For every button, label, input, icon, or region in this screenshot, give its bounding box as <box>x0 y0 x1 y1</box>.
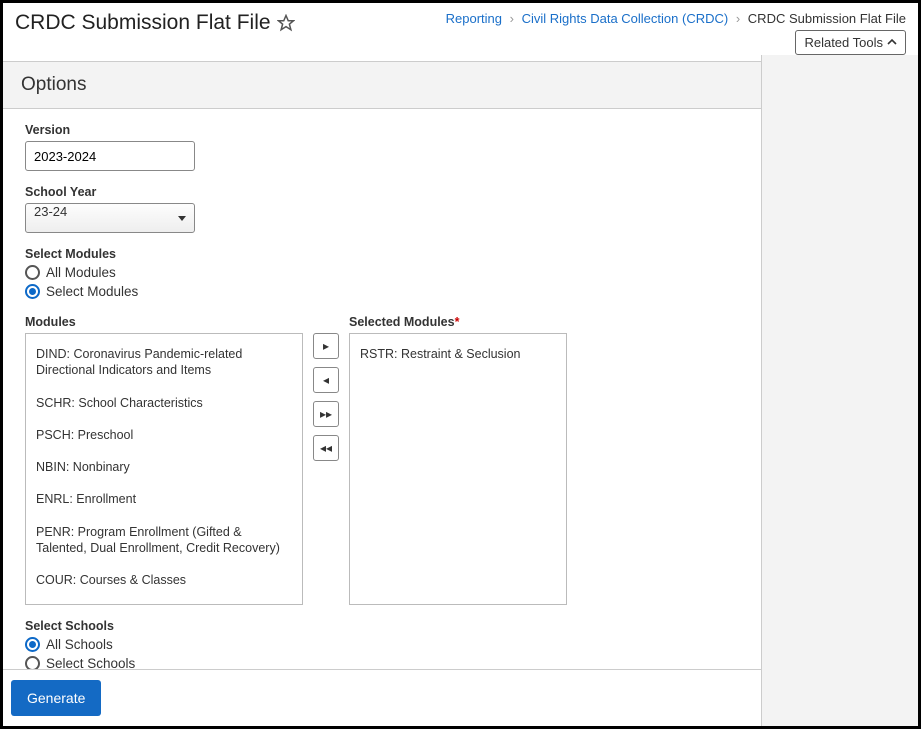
selected-modules-list[interactable]: RSTR: Restraint & Seclusion <box>349 333 567 605</box>
radio-select-modules-label: Select Modules <box>46 284 138 299</box>
chevron-up-icon <box>887 35 897 50</box>
modules-heading: Modules <box>25 315 303 329</box>
chevron-right-icon: › <box>736 11 740 26</box>
breadcrumb: Reporting › Civil Rights Data Collection… <box>446 11 906 26</box>
star-icon[interactable] <box>277 14 295 32</box>
triangle-right-icon: ▸ <box>323 339 329 353</box>
move-all-right-button[interactable]: ▸▸ <box>313 401 339 427</box>
select-schools-label: Select Schools <box>25 619 739 633</box>
radio-all-schools[interactable]: All Schools <box>25 637 739 652</box>
page-title: CRDC Submission Flat File <box>15 11 271 35</box>
school-year-label: School Year <box>25 185 739 199</box>
list-item[interactable]: PSCH: Preschool <box>26 419 302 451</box>
radio-select-schools[interactable]: Select Schools <box>25 656 739 669</box>
version-input[interactable] <box>25 141 195 171</box>
version-label: Version <box>25 123 739 137</box>
available-modules-list[interactable]: DIND: Coronavirus Pandemic-related Direc… <box>25 333 303 605</box>
triangle-left-icon: ◂ <box>323 373 329 387</box>
related-tools-button[interactable]: Related Tools <box>795 30 906 55</box>
double-triangle-right-icon: ▸▸ <box>320 407 332 421</box>
school-year-value: 23-24 <box>34 204 67 219</box>
radio-select-modules[interactable]: Select Modules <box>25 284 739 299</box>
generate-button[interactable]: Generate <box>11 680 101 716</box>
list-item[interactable]: COUR: Courses & Classes <box>26 564 302 596</box>
radio-icon <box>25 265 40 280</box>
move-all-left-button[interactable]: ◂◂ <box>313 435 339 461</box>
radio-icon <box>25 637 40 652</box>
list-item[interactable]: APIB: Advanced Placement (AP) & <box>26 596 302 605</box>
radio-all-modules[interactable]: All Modules <box>25 265 739 280</box>
list-item[interactable]: NBIN: Nonbinary <box>26 451 302 483</box>
move-right-button[interactable]: ▸ <box>313 333 339 359</box>
radio-select-schools-label: Select Schools <box>46 656 135 669</box>
list-item[interactable]: DIND: Coronavirus Pandemic-related Direc… <box>26 338 302 387</box>
options-panel-title: Options <box>3 61 761 109</box>
school-year-select[interactable]: 23-24 <box>25 203 195 233</box>
radio-icon <box>25 284 40 299</box>
list-item[interactable]: RSTR: Restraint & Seclusion <box>350 338 566 370</box>
move-left-button[interactable]: ◂ <box>313 367 339 393</box>
breadcrumb-crdc[interactable]: Civil Rights Data Collection (CRDC) <box>522 11 729 26</box>
chevron-right-icon: › <box>510 11 514 26</box>
radio-all-modules-label: All Modules <box>46 265 116 280</box>
breadcrumb-reporting[interactable]: Reporting <box>446 11 502 26</box>
radio-icon <box>25 656 40 669</box>
breadcrumb-current: CRDC Submission Flat File <box>748 11 906 26</box>
double-triangle-left-icon: ◂◂ <box>320 441 332 455</box>
list-item[interactable]: PENR: Program Enrollment (Gifted & Talen… <box>26 516 302 565</box>
list-item[interactable]: ENRL: Enrollment <box>26 483 302 515</box>
side-panel <box>762 55 918 726</box>
select-modules-label: Select Modules <box>25 247 739 261</box>
list-item[interactable]: SCHR: School Characteristics <box>26 387 302 419</box>
radio-all-schools-label: All Schools <box>46 637 113 652</box>
related-tools-label: Related Tools <box>804 35 883 50</box>
selected-modules-heading: Selected Modules* <box>349 315 567 329</box>
